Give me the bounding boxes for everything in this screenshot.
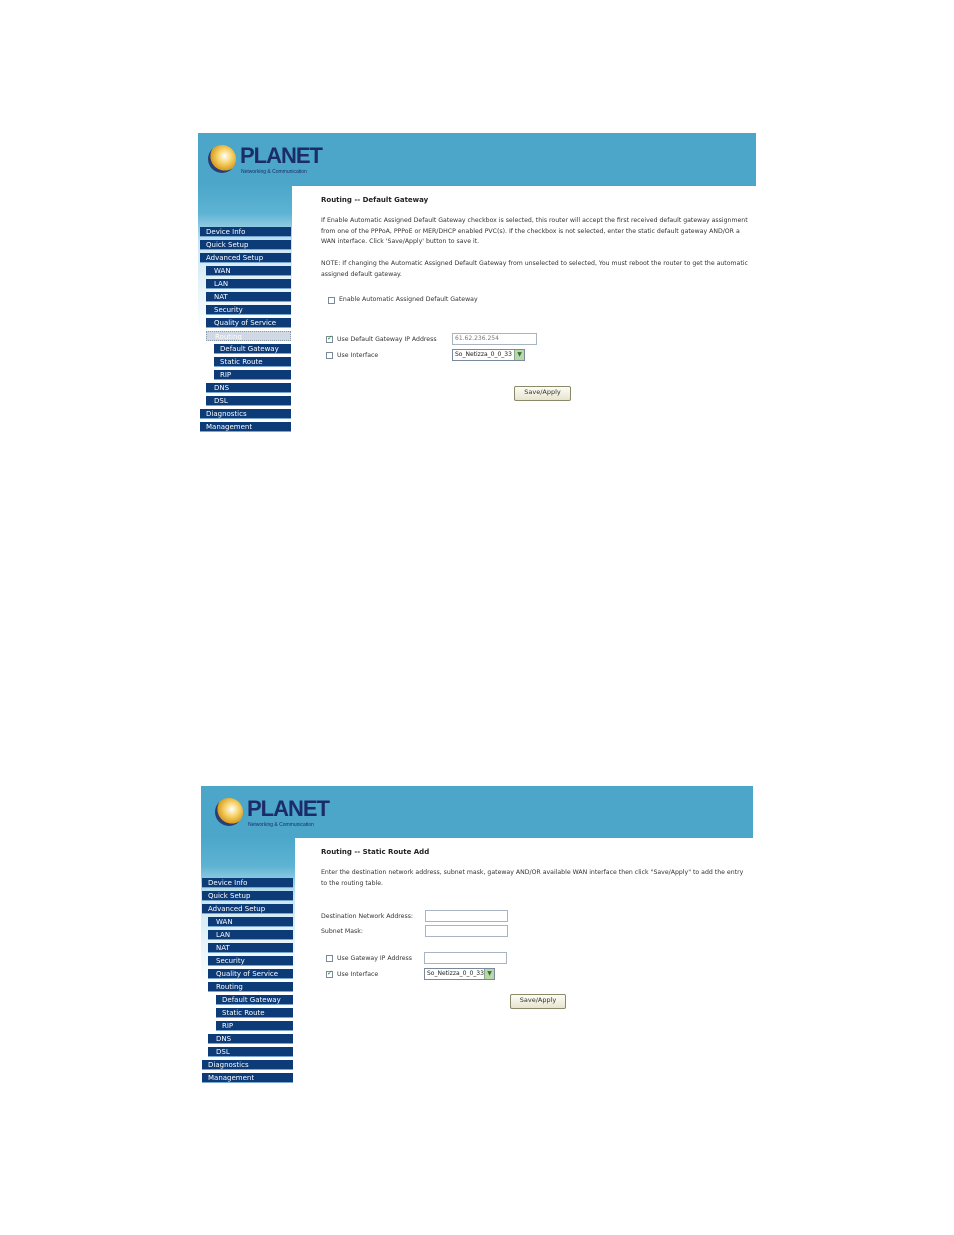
menu-static-route[interactable]: Static Route — [216, 1008, 293, 1018]
sidebar-menu: Device Info Quick Setup Advanced Setup W… — [200, 227, 291, 435]
interface-select-value: So_Netizza_0_0_33 — [455, 351, 512, 358]
default-gateway-screenshot: PLANET Networking & Communication Device… — [198, 133, 756, 444]
interface-select[interactable]: So_Netizza_0_0_33 ▼ — [452, 349, 525, 361]
interface-select-value: So_Netizza_0_0_33 — [427, 970, 484, 977]
menu-wan[interactable]: WAN — [206, 266, 291, 276]
menu-rip[interactable]: RIP — [214, 370, 291, 380]
static-route-screenshot: PLANET Networking & Communication Device… — [201, 786, 753, 1089]
menu-device-info[interactable]: Device Info — [200, 227, 291, 237]
planet-logo: PLANET Networking & Communication — [206, 141, 326, 181]
menu-dsl[interactable]: DSL — [206, 396, 291, 406]
planet-globe-icon — [215, 798, 243, 826]
logo-wordmark: PLANET — [240, 143, 323, 168]
menu-rip[interactable]: RIP — [216, 1021, 293, 1031]
menu-diagnostics[interactable]: Diagnostics — [202, 1060, 293, 1070]
use-gateway-ip-checkbox[interactable] — [326, 334, 333, 343]
menu-nat[interactable]: NAT — [208, 943, 293, 953]
use-gateway-ip-checkbox[interactable] — [326, 955, 333, 962]
menu-dns[interactable]: DNS — [208, 1034, 293, 1044]
menu-security[interactable]: Security — [206, 305, 291, 315]
destination-input[interactable] — [425, 910, 508, 922]
menu-management[interactable]: Management — [200, 422, 291, 432]
logo-wordmark: PLANET — [247, 796, 330, 821]
interface-select[interactable]: So_Netizza_0_0_33 ▼ — [424, 968, 495, 980]
reboot-note: NOTE: If changing the Automatic Assigned… — [321, 260, 748, 278]
menu-default-gateway[interactable]: Default Gateway — [214, 344, 291, 354]
menu-dns[interactable]: DNS — [206, 383, 291, 393]
menu-device-info[interactable]: Device Info — [202, 878, 293, 888]
menu-quality-of-service[interactable]: Quality of Service — [208, 969, 293, 979]
menu-dsl[interactable]: DSL — [208, 1047, 293, 1057]
menu-quality-of-service[interactable]: Quality of Service — [206, 318, 291, 328]
menu-lan[interactable]: LAN — [208, 930, 293, 940]
save-apply-button[interactable]: Save/Apply — [510, 994, 566, 1009]
page-description: Enter the destination network address, s… — [321, 869, 744, 887]
use-interface-label: Use Interface — [337, 971, 379, 978]
planet-logo: PLANET Networking & Communication — [213, 794, 333, 834]
use-interface-checkbox[interactable] — [326, 352, 333, 359]
auto-gateway-checkbox[interactable] — [328, 297, 335, 304]
logo-tagline: Networking & Communication — [248, 822, 314, 828]
menu-lan[interactable]: LAN — [206, 279, 291, 289]
use-interface-checkbox[interactable] — [326, 969, 333, 978]
gateway-ip-input[interactable] — [424, 952, 507, 964]
page-title: Routing -- Default Gateway — [321, 196, 429, 204]
menu-routing[interactable]: Routing — [206, 331, 291, 341]
menu-advanced-setup[interactable]: Advanced Setup — [202, 904, 293, 914]
save-apply-button[interactable]: Save/Apply — [514, 386, 571, 401]
auto-gateway-label: Enable Automatic Assigned Default Gatewa… — [339, 296, 478, 303]
subnet-mask-label: Subnet Mask: — [321, 928, 363, 935]
menu-advanced-setup[interactable]: Advanced Setup — [200, 253, 291, 263]
menu-default-gateway[interactable]: Default Gateway — [216, 995, 293, 1005]
page-description: If Enable Automatic Assigned Default Gat… — [321, 217, 748, 245]
page-title: Routing -- Static Route Add — [321, 848, 430, 856]
menu-wan[interactable]: WAN — [208, 917, 293, 927]
destination-label: Destination Network Address: — [321, 913, 413, 920]
menu-nat[interactable]: NAT — [206, 292, 291, 302]
menu-security[interactable]: Security — [208, 956, 293, 966]
use-gateway-ip-label: Use Default Gateway IP Address — [337, 336, 437, 343]
menu-quick-setup[interactable]: Quick Setup — [200, 240, 291, 250]
menu-static-route[interactable]: Static Route — [214, 357, 291, 367]
chevron-down-icon: ▼ — [514, 350, 524, 360]
use-gateway-ip-label: Use Gateway IP Address — [337, 955, 412, 962]
subnet-mask-input[interactable] — [425, 925, 508, 937]
planet-globe-icon — [208, 145, 236, 173]
menu-routing[interactable]: Routing — [208, 982, 293, 992]
chevron-down-icon: ▼ — [484, 969, 494, 979]
sidebar-menu: Device Info Quick Setup Advanced Setup W… — [202, 878, 293, 1086]
use-interface-label: Use Interface — [337, 352, 379, 359]
menu-quick-setup[interactable]: Quick Setup — [202, 891, 293, 901]
menu-diagnostics[interactable]: Diagnostics — [200, 409, 291, 419]
logo-tagline: Networking & Communication — [241, 169, 307, 175]
gateway-ip-input[interactable]: 61.62.236.254 — [452, 333, 537, 345]
menu-management[interactable]: Management — [202, 1073, 293, 1083]
